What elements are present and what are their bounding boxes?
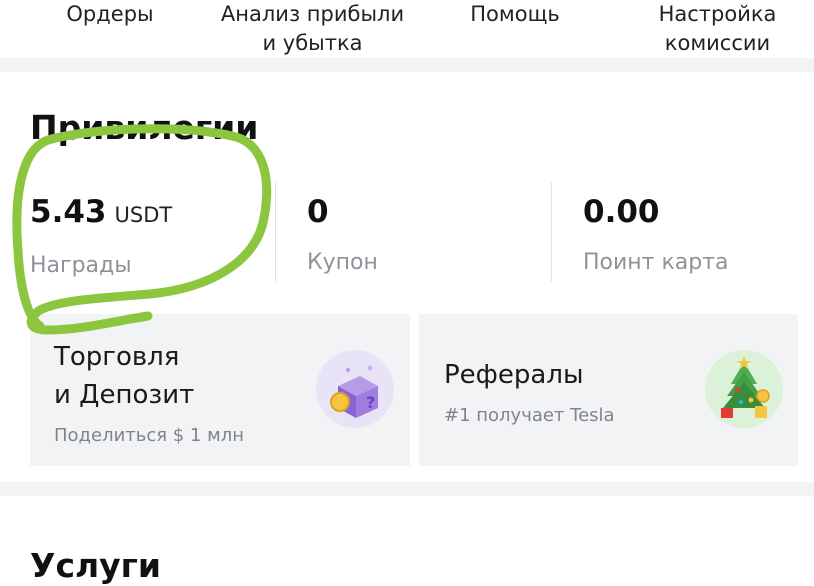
services-title: Услуги xyxy=(30,546,162,585)
referrals-card[interactable]: Рефералы #1 получает Tesla xyxy=(419,314,798,466)
stat-divider xyxy=(551,182,552,282)
rewards-value-row: 5.43 USDT xyxy=(30,190,270,237)
trade-deposit-subtitle: Поделиться $ 1 млн xyxy=(54,425,245,446)
points-card-value: 0.00 xyxy=(583,194,660,230)
stat-divider xyxy=(275,182,276,282)
menu-item-orders[interactable]: Ордеры xyxy=(40,0,180,29)
mystery-gift-box-icon: ? xyxy=(316,350,394,428)
referrals-subtitle: #1 получает Tesla xyxy=(444,405,615,426)
rewards-label: Награды xyxy=(30,253,132,278)
svg-text:?: ? xyxy=(366,393,375,412)
top-menu: Ордеры Анализ прибыли и убытка Помощь На… xyxy=(0,0,814,58)
points-card-stat[interactable]: 0.00 Поинт карта xyxy=(583,190,814,278)
rewards-value: 5.43 xyxy=(30,194,107,230)
christmas-tree-gifts-icon xyxy=(705,350,783,428)
coupon-label: Купон xyxy=(307,250,378,275)
rewards-stat[interactable]: 5.43 USDT Награды xyxy=(30,190,270,281)
menu-item-pnl-analysis[interactable]: Анализ прибыли и убытка xyxy=(210,0,415,58)
privileges-title: Привилегии xyxy=(30,108,259,147)
section-divider xyxy=(0,482,814,496)
referrals-title: Рефералы xyxy=(444,360,584,390)
coupon-stat[interactable]: 0 Купон xyxy=(307,190,547,278)
trade-deposit-title: Торговля и Депозит xyxy=(54,342,195,410)
points-card-label: Поинт карта xyxy=(583,250,729,275)
menu-item-help[interactable]: Помощь xyxy=(445,0,585,29)
section-divider xyxy=(0,58,814,72)
coupon-value: 0 xyxy=(307,194,329,230)
trade-deposit-card[interactable]: Торговля и Депозит Поделиться $ 1 млн ? xyxy=(30,314,410,466)
rewards-unit: USDT xyxy=(114,203,173,227)
menu-item-fee-settings[interactable]: Настройка комиссии xyxy=(630,0,805,58)
